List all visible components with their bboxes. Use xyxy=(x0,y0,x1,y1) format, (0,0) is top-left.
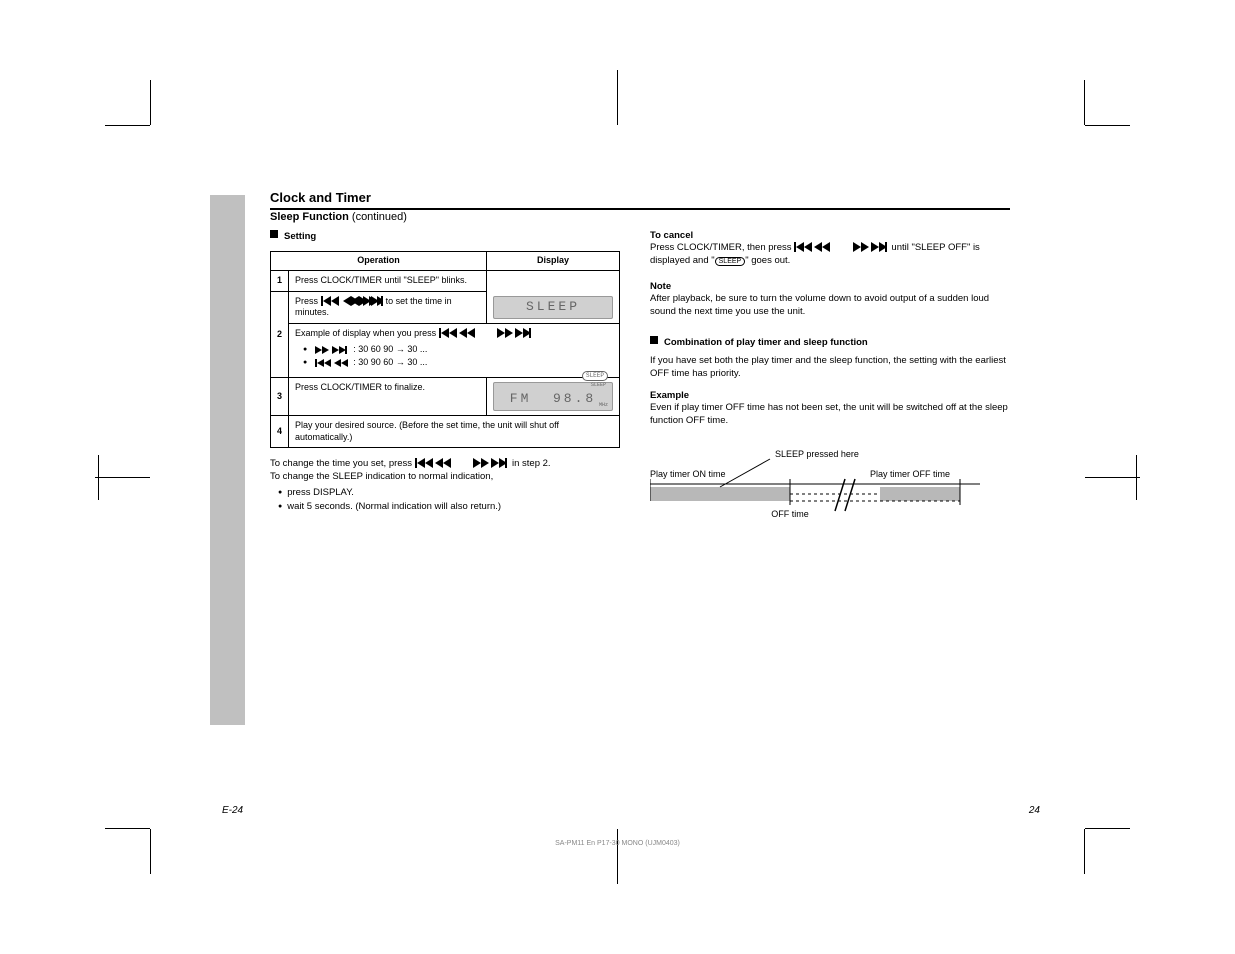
fwd-icon xyxy=(315,346,351,354)
note-block: Note After playback, be sure to turn the… xyxy=(650,281,1010,318)
diag-play-off: Play timer OFF time xyxy=(870,469,950,479)
step-2: 2 xyxy=(271,291,289,377)
setting-title: Setting xyxy=(284,231,316,242)
example-label: Example xyxy=(650,390,689,401)
step-1-display: SLEEP xyxy=(487,271,620,324)
step-2-op: Press xyxy=(289,291,487,323)
step2-ex-prefix: Example of display when you press xyxy=(295,328,439,338)
crop-mark xyxy=(98,455,99,500)
example-text: Even if play timer OFF time has not been… xyxy=(650,402,1008,425)
diag-off-time: OFF time xyxy=(771,509,809,519)
seq2-b: 30 ... xyxy=(405,357,428,367)
crop-mark xyxy=(1084,829,1085,874)
prev-next-icons xyxy=(794,242,850,252)
subtitle-bold: Sleep Function xyxy=(270,211,352,223)
step2-text-a: Press xyxy=(295,296,321,306)
crop-mark xyxy=(1136,455,1137,500)
crop-mark xyxy=(105,828,150,829)
section-setting: Setting xyxy=(270,230,630,243)
square-bullet-icon xyxy=(270,230,278,238)
under-notes: To change the time you set, press xyxy=(270,458,630,513)
seq1-b: 30 ... xyxy=(405,344,428,354)
crop-mark xyxy=(1085,125,1130,126)
cancel-a: Press CLOCK/TIMER, then press xyxy=(650,242,794,253)
note-label: Note xyxy=(650,281,671,292)
cancel-title: To cancel xyxy=(650,230,1010,242)
cancel-c: " goes out. xyxy=(745,255,790,266)
rev-icon xyxy=(315,359,351,367)
under-line-1: To change the time you set, press xyxy=(270,458,630,470)
col-operation: Operation xyxy=(271,252,487,271)
step-2-example: Example of display when you press xyxy=(289,324,620,378)
right-column: To cancel Press CLOCK/TIMER, then press xyxy=(650,230,1010,553)
crop-mark xyxy=(1085,477,1140,478)
combo-heading: Combination of play timer and sleep func… xyxy=(650,336,1010,349)
step-4-op: Play your desired source. (Before the se… xyxy=(289,416,620,448)
diag-sleep-pressed: SLEEP pressed here xyxy=(775,449,859,459)
lcd-freq: 98.8 xyxy=(553,391,596,406)
lcd-sleep: SLEEP xyxy=(493,296,613,319)
diag-play-on: Play timer ON time xyxy=(650,469,726,479)
crop-mark xyxy=(617,829,618,884)
combo-text: If you have set both the play timer and … xyxy=(650,355,1010,380)
timeline-diagram: Play timer ON time Play timer OFF time S… xyxy=(650,439,980,549)
tiny-mhz: MHz xyxy=(599,402,608,409)
cancel-block: To cancel Press CLOCK/TIMER, then press xyxy=(650,230,1010,267)
header-rule xyxy=(270,208,1010,210)
sleep-badge: SLEEP xyxy=(582,371,608,381)
example-seq-1: : 30 60 90 → 30 ... xyxy=(303,344,613,356)
prev-next-icons xyxy=(439,328,495,338)
under-line-2: To change the SLEEP indication to normal… xyxy=(270,471,630,483)
under-bullet-2: wait 5 seconds. (Normal indication will … xyxy=(278,501,630,513)
prev-next-icons xyxy=(415,458,471,468)
crop-mark xyxy=(1084,80,1085,125)
next-icons xyxy=(351,296,383,306)
steps-table: Operation Display 1 Press CLOCK/TIMER un… xyxy=(270,251,620,448)
page-number-right: 24 xyxy=(1029,805,1040,816)
seq1-a: 30 60 90 xyxy=(358,344,396,354)
page-number-left: E-24 xyxy=(222,805,243,816)
example-block: Example Even if play timer OFF time has … xyxy=(650,390,1010,427)
header-title: Clock and Timer xyxy=(270,190,371,205)
next-icons xyxy=(473,458,509,468)
under-bullets: press DISPLAY. wait 5 seconds. (Normal i… xyxy=(278,487,630,514)
subtitle-cont: (continued) xyxy=(352,211,407,223)
crop-mark xyxy=(1085,828,1130,829)
crop-mark xyxy=(617,70,618,125)
under-bullet-1: press DISPLAY. xyxy=(278,487,630,499)
combo-title: Combination of play timer and sleep func… xyxy=(664,337,868,348)
step-3-op: Press CLOCK/TIMER to finalize. xyxy=(289,378,487,416)
tiny-sleep: SLEEP xyxy=(591,382,606,389)
step-1: 1 xyxy=(271,271,289,292)
example-seq-2: : 30 90 60 → 30 ... xyxy=(303,357,613,369)
note-text: After playback, be sure to turn the volu… xyxy=(650,293,989,316)
crop-mark xyxy=(150,80,151,125)
crop-mark xyxy=(150,829,151,874)
square-bullet-icon xyxy=(650,336,658,344)
step-1-op: Press CLOCK/TIMER until "SLEEP" blinks. xyxy=(289,271,487,292)
crop-mark xyxy=(105,125,150,126)
lcd-fm-text: FM xyxy=(510,391,532,406)
under1-b: in step 2. xyxy=(512,458,551,469)
under1-a: To change the time you set, press xyxy=(270,458,415,469)
seq2-a: 30 90 60 xyxy=(358,357,396,367)
cancel-text: Press CLOCK/TIMER, then press xyxy=(650,242,1010,267)
step-3-display: SLEEP SLEEP FM 98.8 MHz xyxy=(487,378,620,416)
section-bar xyxy=(210,195,245,725)
header-subtitle: Sleep Function (continued) xyxy=(270,211,407,223)
next-icons xyxy=(853,242,889,252)
page-content: Clock and Timer Sleep Function (continue… xyxy=(190,145,1045,805)
left-column: Setting Operation Display 1 Press CLOCK/… xyxy=(270,230,630,518)
crop-mark xyxy=(95,477,150,478)
step-4: 4 xyxy=(271,416,289,448)
sleep-pill: SLEEP xyxy=(715,257,746,266)
step-3: 3 xyxy=(271,378,289,416)
next-icons xyxy=(497,328,533,338)
lcd-fm: SLEEP SLEEP FM 98.8 MHz xyxy=(493,382,613,411)
col-display: Display xyxy=(487,252,620,271)
imprint: SA-PM11 En P17-30 MONO (UJM0403) xyxy=(555,840,680,847)
